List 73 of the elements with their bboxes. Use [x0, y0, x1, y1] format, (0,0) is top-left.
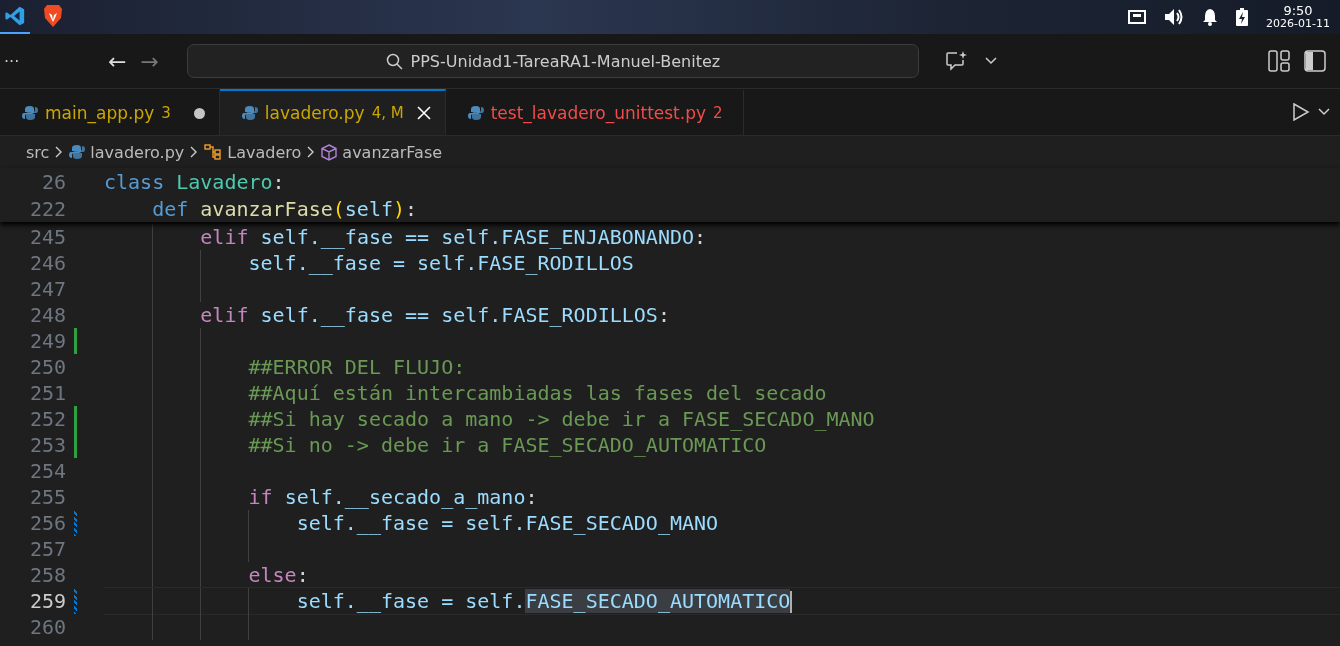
forward-button[interactable]: → [140, 48, 159, 74]
line-number: 247 [28, 277, 66, 301]
code-editor-icon[interactable] [4, 5, 26, 27]
text-cursor [790, 591, 793, 614]
line-number: 260 [28, 615, 66, 639]
modified-line-marker[interactable] [74, 588, 77, 614]
breadcrumb-item[interactable]: src [26, 142, 50, 162]
command-search-field[interactable]: PPS-Unidad1-TareaRA1-Manuel-Benitez [186, 44, 919, 78]
code-line: self.__fase = self.FASE_SECADO_AUTOMATICO [295, 588, 793, 614]
code-line: self.__fase = self.FASE_RODILLOS [247, 251, 634, 275]
line-number: 256 [28, 511, 66, 535]
chevron-down-icon[interactable] [1318, 108, 1330, 116]
code-line: def avanzarFase(self): [151, 196, 418, 221]
breadcrumb-item[interactable]: Lavadero [204, 142, 302, 162]
line-number: 258 [28, 563, 66, 587]
line-number: 257 [28, 537, 66, 561]
added-line-marker[interactable] [74, 328, 77, 354]
search-icon [385, 52, 403, 70]
line-number: 248 [28, 303, 66, 327]
line-number: 252 [28, 407, 66, 431]
code-line: self.__fase = self.FASE_SECADO_MANO [295, 511, 719, 535]
code-line: ##Aquí están intercambiadas las fases del secado [247, 381, 827, 405]
clock-time: 9:50 [1283, 4, 1313, 19]
line-number: 255 [28, 485, 66, 509]
code-line: ##Si no -> debe ir a FASE_SECADO_AUTOMATICO [247, 433, 767, 457]
python-file-icon [69, 144, 86, 160]
class-symbol-icon [204, 144, 223, 160]
code-line: elif self.__fase == self.FASE_ENJABONANDO: [199, 225, 707, 249]
python-file-icon [467, 105, 484, 121]
unsaved-dot-icon[interactable] [193, 107, 205, 119]
editor-tab[interactable]: main_app.py 3 [0, 89, 220, 135]
line-number: 245 [28, 225, 66, 249]
line-number: 222 [28, 196, 66, 221]
breadcrumb-item[interactable]: lavadero.py [69, 142, 185, 162]
editor-tab[interactable]: lavadero.py 4, M [219, 89, 446, 135]
more-menu[interactable]: ··· [4, 51, 94, 71]
run-icon[interactable] [1292, 103, 1310, 121]
chevron-right-icon [307, 146, 316, 158]
chevron-right-icon [55, 146, 64, 158]
line-number: 253 [28, 433, 66, 457]
code-line: elif self.__fase == self.FASE_RODILLOS: [199, 303, 670, 327]
speaker-icon[interactable] [1164, 8, 1185, 26]
line-number: 251 [28, 381, 66, 405]
network-icon[interactable] [1128, 10, 1147, 24]
line-number: 250 [28, 355, 66, 379]
added-line-marker[interactable] [74, 432, 77, 458]
line-number: 259 [28, 589, 66, 613]
breadcrumb-item[interactable]: avanzarFase [321, 142, 443, 162]
lion-icon[interactable] [42, 4, 64, 28]
editor-tab[interactable]: test_lavadero_unittest.py 2 [445, 89, 744, 135]
back-button[interactable]: ← [108, 48, 127, 74]
chevron-right-icon [190, 146, 199, 158]
clock-date: 2026-01-11 [1266, 18, 1330, 30]
line-number: 254 [28, 459, 66, 483]
code-line: else: [247, 563, 309, 587]
line-number: 249 [28, 329, 66, 353]
battery-icon[interactable] [1236, 8, 1249, 26]
code-line: ##Si hay secado a mano -> debe ir a FASE_SECADO_MANO [247, 407, 875, 431]
cube-icon [321, 143, 338, 161]
code-line: if self.__secado_a_mano: [247, 485, 538, 509]
chevron-down-icon[interactable] [984, 57, 997, 65]
python-file-icon [241, 105, 258, 121]
sidebar-toggle-icon[interactable] [1304, 50, 1326, 72]
python-file-icon [22, 105, 38, 121]
bell-icon[interactable] [1202, 8, 1219, 26]
code-line: ##ERROR DEL FLUJO: [247, 355, 466, 379]
line-number: 26 [40, 169, 66, 194]
close-icon[interactable] [416, 106, 431, 120]
line-number: 246 [28, 251, 66, 275]
added-line-marker[interactable] [74, 406, 77, 432]
code-line: class Lavadero: [104, 169, 285, 194]
modified-line-marker[interactable] [74, 510, 77, 536]
layout-icon[interactable] [1268, 50, 1290, 72]
